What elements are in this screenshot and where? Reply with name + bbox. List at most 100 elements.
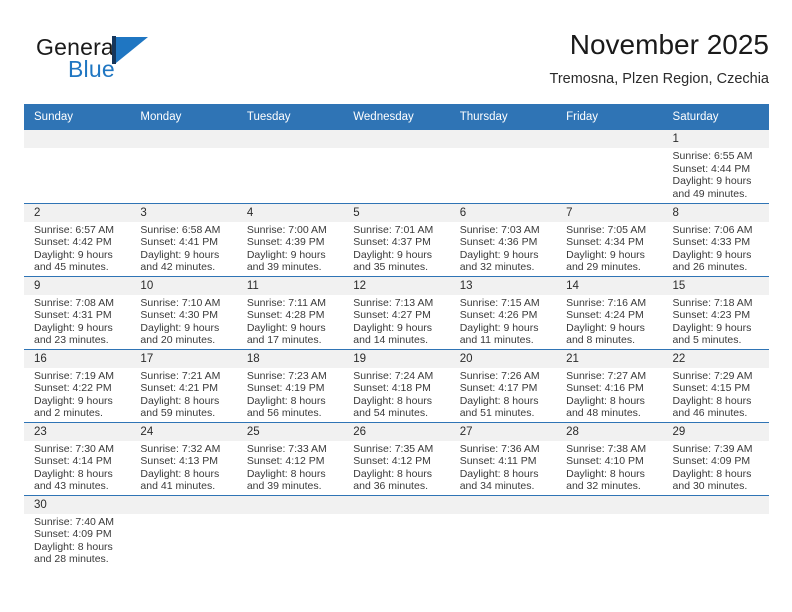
sunset-text: Sunset: 4:09 PM — [672, 455, 751, 468]
day-sun-info: Sunrise: 7:11 AM Sunset: 4:28 PM Daylight:… — [237, 295, 343, 347]
daylight-text-line1: Daylight: 8 hours — [672, 467, 752, 480]
sunset-text: Sunset: 4:30 PM — [140, 309, 219, 322]
calendar-cell[interactable]: 3 Sunrise: 6:58 AM Sunset: 4:41 PM Daylight… — [130, 203, 237, 277]
calendar-cell[interactable]: 1 Sunrise: 6:55 AM Sunset: 4:44 PM Daylight… — [662, 130, 769, 204]
sunrise-text: Sunrise: 7:05 AM — [566, 223, 647, 236]
calendar-cell — [449, 130, 557, 204]
calendar-cell-day: 11 Sunrise: 7:11 AM Sunset: 4:28 PM Dayligh… — [236, 276, 344, 349]
brand-logo[interactable]: General Blue — [36, 34, 216, 90]
calendar-cell-day: 10 Sunrise: 7:10 AM Sunset: 4:30 PM Dayligh… — [130, 276, 237, 349]
calendar-cell[interactable]: 25 Sunrise: 7:33 AM Sunset: 4:12 PM Dayligh… — [236, 422, 344, 496]
daylight-text-line1: Daylight: 8 hours — [34, 540, 113, 553]
daylight-text-line2: and 46 minutes. — [672, 407, 748, 420]
daylight-text-line2: and 2 minutes. — [34, 407, 103, 420]
calendar-cell — [236, 130, 344, 204]
sunset-text: Sunset: 4:41 PM — [140, 236, 219, 249]
calendar-week-row: 2 Sunrise: 6:57 AM Sunset: 4:42 PM Daylight… — [24, 203, 769, 277]
sunset-text: Sunset: 4:37 PM — [353, 236, 431, 249]
calendar-cell — [449, 495, 557, 568]
calendar-cell[interactable]: 19 Sunrise: 7:24 AM Sunset: 4:18 PM Dayligh… — [343, 349, 450, 423]
sunset-text: Sunset: 4:34 PM — [566, 236, 644, 249]
day-number: 20 — [449, 349, 557, 368]
calendar-cell-day: 17 Sunrise: 7:21 AM Sunset: 4:21 PM Dayligh… — [130, 349, 237, 422]
day-sun-info: Sunrise: 7:21 AM Sunset: 4:21 PM Daylight:… — [130, 368, 236, 420]
day-number: 11 — [236, 276, 344, 295]
sunrise-text: Sunrise: 7:29 AM — [672, 369, 753, 382]
day-number: 23 — [24, 422, 131, 441]
daylight-text-line1: Daylight: 9 hours — [566, 321, 645, 334]
daylight-text-line2: and 51 minutes. — [459, 407, 535, 420]
page-subtitle: Tremosna, Plzen Region, Czechia — [549, 71, 769, 87]
calendar-cell[interactable]: 10 Sunrise: 7:10 AM Sunset: 4:30 PM Dayligh… — [130, 276, 237, 350]
sunset-text: Sunset: 4:17 PM — [459, 382, 538, 395]
sunset-text: Sunset: 4:16 PM — [566, 382, 644, 395]
sunset-text: Sunset: 4:10 PM — [566, 455, 644, 468]
calendar-cell-empty — [130, 130, 237, 202]
daylight-text-line2: and 5 minutes. — [672, 334, 742, 347]
daylight-text-line2: and 26 minutes. — [672, 261, 748, 274]
calendar-cell[interactable]: 26 Sunrise: 7:35 AM Sunset: 4:12 PM Dayligh… — [343, 422, 450, 496]
daylight-text-line1: Daylight: 9 hours — [566, 248, 645, 261]
daylight-text-line2: and 41 minutes. — [140, 480, 216, 493]
sunrise-text: Sunrise: 7:27 AM — [566, 369, 647, 382]
calendar-cell[interactable]: 30 Sunrise: 7:40 AM Sunset: 4:09 PM Dayligh… — [24, 495, 131, 568]
calendar-week-row: 1 Sunrise: 6:55 AM Sunset: 4:44 PM Daylight… — [24, 130, 769, 204]
calendar-cell[interactable]: 7 Sunrise: 7:05 AM Sunset: 4:34 PM Daylight… — [556, 203, 663, 277]
calendar-cell[interactable]: 27 Sunrise: 7:36 AM Sunset: 4:11 PM Dayligh… — [449, 422, 557, 496]
sunrise-text: Sunrise: 7:40 AM — [34, 515, 114, 528]
daylight-text-line1: Daylight: 8 hours — [566, 394, 645, 407]
calendar-cell[interactable]: 21 Sunrise: 7:27 AM Sunset: 4:16 PM Dayligh… — [556, 349, 663, 423]
calendar-cell-day: 1 Sunrise: 6:55 AM Sunset: 4:44 PM Daylight… — [662, 130, 769, 202]
sunrise-text: Sunrise: 7:11 AM — [246, 296, 327, 309]
day-sun-info: Sunrise: 6:55 AM Sunset: 4:44 PM Daylight:… — [663, 148, 769, 200]
daylight-text-line1: Daylight: 8 hours — [672, 394, 752, 407]
daylight-text-line1: Daylight: 9 hours — [246, 321, 326, 334]
day-number — [343, 130, 450, 148]
day-number — [662, 495, 769, 514]
daylight-text-line1: Daylight: 8 hours — [353, 394, 433, 407]
sunset-text: Sunset: 4:12 PM — [353, 455, 431, 468]
calendar-cell[interactable]: 5 Sunrise: 7:01 AM Sunset: 4:37 PM Daylight… — [343, 203, 450, 277]
sunrise-text: Sunrise: 7:06 AM — [672, 223, 753, 236]
calendar-cell[interactable]: 12 Sunrise: 7:13 AM Sunset: 4:27 PM Dayligh… — [343, 276, 450, 350]
day-number — [130, 130, 237, 148]
calendar-cell[interactable]: 29 Sunrise: 7:39 AM Sunset: 4:09 PM Dayligh… — [662, 422, 769, 496]
calendar-cell[interactable]: 23 Sunrise: 7:30 AM Sunset: 4:14 PM Dayligh… — [24, 422, 131, 496]
day-number: 26 — [343, 422, 450, 441]
day-number: 1 — [662, 130, 769, 148]
calendar-cell[interactable]: 20 Sunrise: 7:26 AM Sunset: 4:17 PM Dayligh… — [449, 349, 557, 423]
weekday-header-tuesday: Tuesday — [236, 104, 344, 130]
calendar-cell[interactable]: 28 Sunrise: 7:38 AM Sunset: 4:10 PM Dayligh… — [556, 422, 663, 496]
daylight-text-line1: Daylight: 8 hours — [459, 394, 539, 407]
calendar-cell[interactable]: 22 Sunrise: 7:29 AM Sunset: 4:15 PM Dayligh… — [662, 349, 769, 423]
sunset-text: Sunset: 4:22 PM — [34, 382, 112, 395]
sunrise-text: Sunrise: 7:00 AM — [246, 223, 327, 236]
daylight-text-line2: and 39 minutes. — [246, 261, 322, 274]
calendar-cell[interactable]: 24 Sunrise: 7:32 AM Sunset: 4:13 PM Dayligh… — [130, 422, 237, 496]
calendar-cell[interactable]: 2 Sunrise: 6:57 AM Sunset: 4:42 PM Daylight… — [24, 203, 131, 277]
calendar-cell[interactable]: 11 Sunrise: 7:11 AM Sunset: 4:28 PM Dayligh… — [236, 276, 344, 350]
calendar-cell[interactable]: 15 Sunrise: 7:18 AM Sunset: 4:23 PM Dayligh… — [662, 276, 769, 350]
daylight-text-line1: Daylight: 9 hours — [672, 321, 752, 334]
day-number: 22 — [662, 349, 769, 368]
calendar-cell-day: 13 Sunrise: 7:15 AM Sunset: 4:26 PM Dayligh… — [449, 276, 557, 349]
calendar-cell[interactable]: 4 Sunrise: 7:00 AM Sunset: 4:39 PM Daylight… — [236, 203, 344, 277]
calendar-cell[interactable]: 18 Sunrise: 7:23 AM Sunset: 4:19 PM Dayligh… — [236, 349, 344, 423]
calendar-cell[interactable]: 6 Sunrise: 7:03 AM Sunset: 4:36 PM Daylight… — [449, 203, 557, 277]
calendar-cell[interactable]: 9 Sunrise: 7:08 AM Sunset: 4:31 PM Daylight… — [24, 276, 131, 350]
calendar-cell-day: 21 Sunrise: 7:27 AM Sunset: 4:16 PM Dayligh… — [556, 349, 663, 422]
calendar-cell-empty — [130, 495, 237, 568]
calendar-cell[interactable]: 14 Sunrise: 7:16 AM Sunset: 4:24 PM Dayligh… — [556, 276, 663, 350]
calendar-cell[interactable]: 13 Sunrise: 7:15 AM Sunset: 4:26 PM Dayligh… — [449, 276, 557, 350]
calendar-cell[interactable]: 17 Sunrise: 7:21 AM Sunset: 4:21 PM Dayligh… — [130, 349, 237, 423]
daylight-text-line2: and 23 minutes. — [34, 334, 109, 347]
calendar-cell[interactable]: 16 Sunrise: 7:19 AM Sunset: 4:22 PM Dayligh… — [24, 349, 131, 423]
day-sun-info: Sunrise: 7:26 AM Sunset: 4:17 PM Daylight:… — [450, 368, 556, 420]
day-number: 21 — [556, 349, 663, 368]
day-number — [449, 495, 557, 514]
daylight-text-line2: and 20 minutes. — [140, 334, 216, 347]
sunset-text: Sunset: 4:12 PM — [246, 455, 325, 468]
calendar-cell[interactable]: 8 Sunrise: 7:06 AM Sunset: 4:33 PM Daylight… — [662, 203, 769, 277]
day-number: 16 — [24, 349, 131, 368]
day-sun-info: Sunrise: 7:03 AM Sunset: 4:36 PM Daylight:… — [450, 222, 556, 274]
